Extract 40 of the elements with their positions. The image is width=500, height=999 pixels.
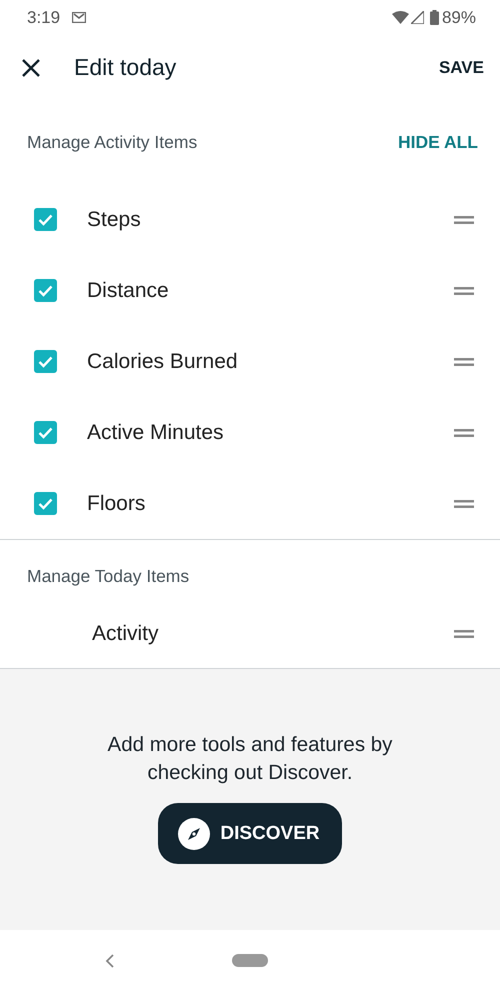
status-time: 3:19 — [27, 6, 60, 29]
checkmark-icon — [38, 214, 53, 226]
wifi-icon — [392, 11, 409, 24]
mail-icon — [72, 12, 86, 23]
screen-title: Edit today — [74, 53, 176, 82]
checkbox[interactable] — [34, 350, 57, 373]
checkbox[interactable] — [34, 208, 57, 231]
battery-icon — [430, 10, 439, 25]
checkmark-icon — [38, 284, 53, 296]
checkbox[interactable] — [34, 421, 57, 444]
item-label: Floors — [87, 490, 146, 517]
section-title: Manage Activity Items — [27, 130, 198, 154]
discover-text: Add more tools and features by checking out Discover. — [106, 732, 394, 786]
back-icon[interactable] — [105, 954, 115, 968]
checkbox[interactable] — [34, 279, 57, 302]
section-title: Manage Today Items — [27, 564, 190, 588]
item-label: Activity — [92, 621, 160, 648]
drag-handle-icon[interactable] — [454, 500, 474, 508]
checkmark-icon — [38, 426, 53, 438]
checkbox[interactable] — [34, 492, 57, 515]
close-button[interactable] — [22, 58, 40, 76]
home-pill-icon[interactable] — [232, 954, 268, 967]
item-label: Active Minutes — [87, 420, 225, 446]
close-icon — [22, 58, 40, 76]
drag-handle-icon[interactable] — [454, 216, 474, 224]
drag-handle-icon[interactable] — [454, 630, 474, 638]
signal-icon — [410, 11, 424, 24]
item-label: Steps — [87, 206, 142, 233]
discover-button[interactable]: DISCOVER — [158, 803, 342, 864]
hide-all-button[interactable]: HIDE ALL — [396, 124, 480, 160]
drag-handle-icon[interactable] — [454, 428, 474, 436]
battery-percent: 89% — [442, 6, 476, 29]
item-label: Calories Burned — [87, 348, 239, 375]
checkmark-icon — [38, 356, 53, 368]
save-button[interactable]: SAVE — [432, 48, 490, 86]
drag-handle-icon[interactable] — [454, 286, 474, 294]
drag-handle-icon[interactable] — [454, 358, 474, 366]
item-label: Distance — [87, 278, 170, 304]
checkmark-icon — [38, 498, 53, 510]
compass-icon — [178, 818, 210, 850]
